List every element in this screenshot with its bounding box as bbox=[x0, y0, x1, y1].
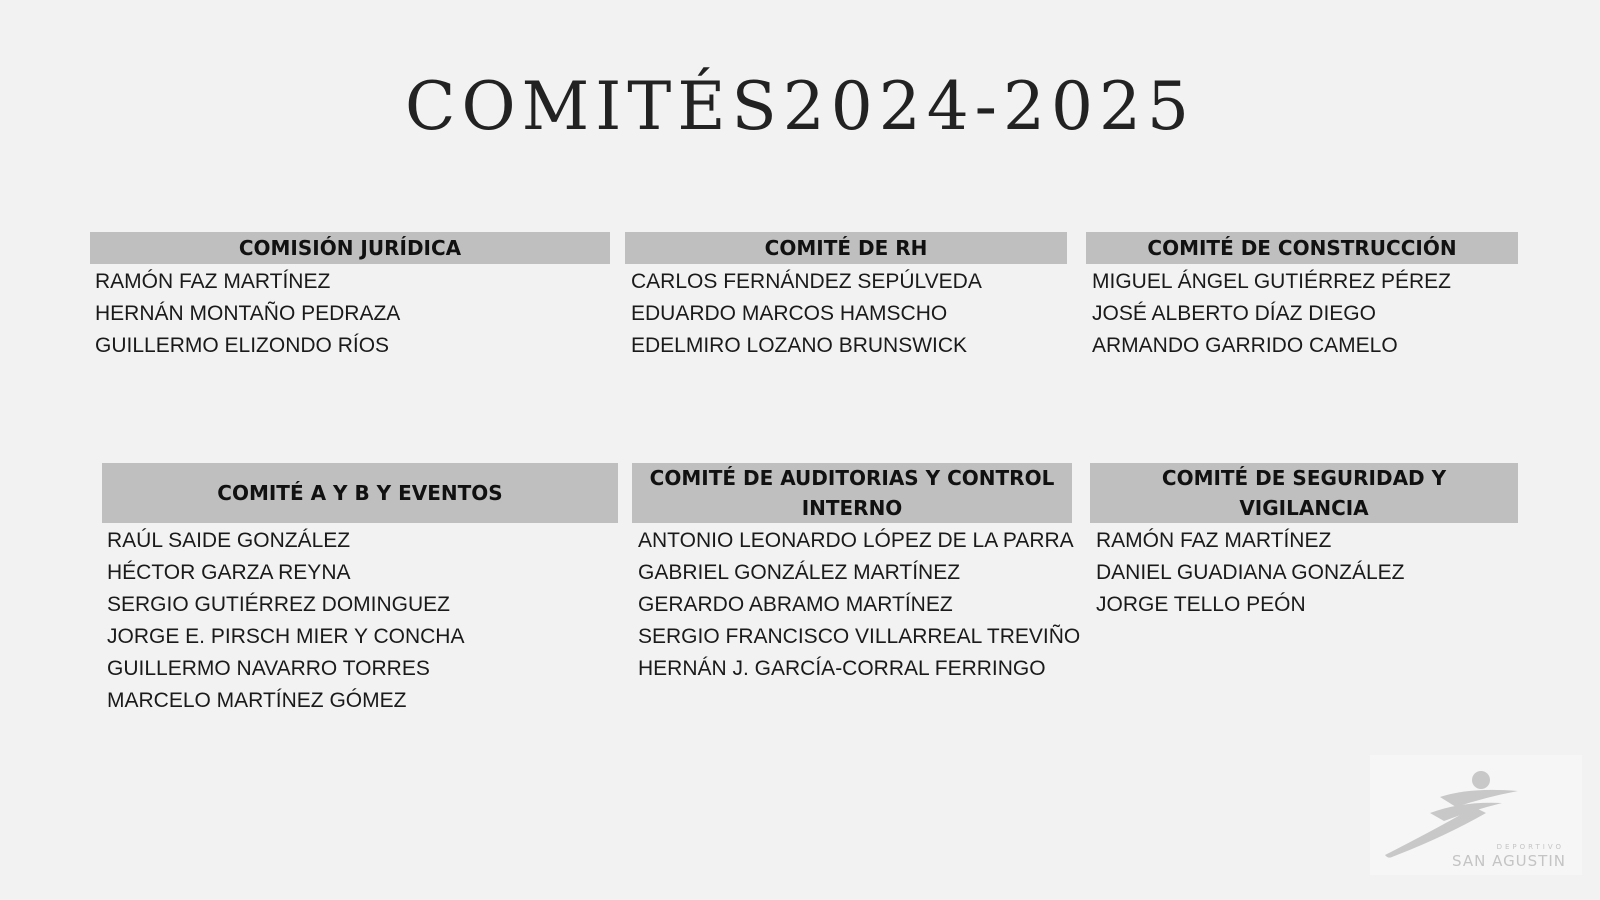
member-name: HÉCTOR GARZA REYNA bbox=[107, 561, 351, 584]
member-name: GERARDO ABRAMO MARTÍNEZ bbox=[638, 593, 953, 616]
member-name: SERGIO FRANCISCO VILLARREAL TREVIÑO bbox=[638, 625, 1081, 648]
logo-tagline: DEPORTIVO bbox=[1496, 843, 1564, 851]
member-name: HERNÁN MONTAÑO PEDRAZA bbox=[95, 302, 401, 325]
member-name: DANIEL GUADIANA GONZÁLEZ bbox=[1096, 561, 1405, 584]
member-name: GUILLERMO NAVARRO TORRES bbox=[107, 657, 430, 680]
member-list: RAMÓN FAZ MARTÍNEZ HERNÁN MONTAÑO PEDRAZ… bbox=[90, 264, 610, 362]
member-name: RAMÓN FAZ MARTÍNEZ bbox=[1096, 529, 1332, 552]
member-name: JOSÉ ALBERTO DÍAZ DIEGO bbox=[1092, 302, 1376, 325]
member-name: EDUARDO MARCOS HAMSCHO bbox=[631, 302, 948, 325]
committee-rh: COMITÉ DE RH CARLOS FERNÁNDEZ SEPÚLVEDA … bbox=[625, 232, 1067, 362]
member-list: RAÚL SAIDE GONZÁLEZ HÉCTOR GARZA REYNA S… bbox=[102, 523, 618, 717]
club-logo: DEPORTIVO SAN AGUSTIN bbox=[1370, 755, 1582, 875]
member-name: ANTONIO LEONARDO LÓPEZ DE LA PARRA bbox=[638, 529, 1074, 552]
member-name: MIGUEL ÁNGEL GUTIÉRREZ PÉREZ bbox=[1092, 270, 1451, 293]
member-list: RAMÓN FAZ MARTÍNEZ DANIEL GUADIANA GONZÁ… bbox=[1090, 523, 1518, 621]
committee-header: COMITÉ DE RH bbox=[625, 232, 1067, 264]
committee-juridica: COMISIÓN JURÍDICA RAMÓN FAZ MARTÍNEZ HER… bbox=[90, 232, 610, 362]
member-name: RAMÓN FAZ MARTÍNEZ bbox=[95, 270, 331, 293]
member-name: JORGE E. PIRSCH MIER Y CONCHA bbox=[107, 625, 465, 648]
member-list: CARLOS FERNÁNDEZ SEPÚLVEDA EDUARDO MARCO… bbox=[625, 264, 1067, 362]
committee-header: COMITÉ DE CONSTRUCCIÓN bbox=[1086, 232, 1518, 264]
member-name: HERNÁN J. GARCÍA-CORRAL FERRINGO bbox=[638, 657, 1046, 680]
member-list: MIGUEL ÁNGEL GUTIÉRREZ PÉREZ JOSÉ ALBERT… bbox=[1086, 264, 1518, 362]
committee-auditorias: COMITÉ DE AUDITORIAS Y CONTROL INTERNO A… bbox=[632, 463, 1081, 685]
member-name: SERGIO GUTIÉRREZ DOMINGUEZ bbox=[107, 593, 451, 616]
committee-header: COMISIÓN JURÍDICA bbox=[90, 232, 610, 264]
member-name: ARMANDO GARRIDO CAMELO bbox=[1092, 334, 1398, 357]
committee-ayb-eventos: COMITÉ A Y B Y EVENTOS RAÚL SAIDE GONZÁL… bbox=[102, 463, 618, 717]
committee-seguridad: COMITÉ DE SEGURIDAD Y VIGILANCIA RAMÓN F… bbox=[1090, 463, 1518, 621]
member-list: ANTONIO LEONARDO LÓPEZ DE LA PARRA GABRI… bbox=[632, 523, 1081, 685]
logo-name: SAN AGUSTIN bbox=[1452, 852, 1566, 870]
member-name: MARCELO MARTÍNEZ GÓMEZ bbox=[107, 689, 407, 712]
member-name: RAÚL SAIDE GONZÁLEZ bbox=[107, 529, 351, 552]
committee-construccion: COMITÉ DE CONSTRUCCIÓN MIGUEL ÁNGEL GUTI… bbox=[1086, 232, 1518, 362]
committee-header: COMITÉ DE SEGURIDAD Y VIGILANCIA bbox=[1090, 463, 1518, 523]
page-title: COMITÉS2024-2025 bbox=[405, 68, 1195, 145]
member-name: CARLOS FERNÁNDEZ SEPÚLVEDA bbox=[631, 270, 982, 293]
committee-header: COMITÉ DE AUDITORIAS Y CONTROL INTERNO bbox=[632, 463, 1072, 523]
member-name: JORGE TELLO PEÓN bbox=[1096, 593, 1306, 616]
member-name: GABRIEL GONZÁLEZ MARTÍNEZ bbox=[638, 561, 961, 584]
member-name: GUILLERMO ELIZONDO RÍOS bbox=[95, 334, 390, 357]
committee-header: COMITÉ A Y B Y EVENTOS bbox=[102, 463, 618, 523]
member-name: EDELMIRO LOZANO BRUNSWICK bbox=[631, 334, 968, 357]
